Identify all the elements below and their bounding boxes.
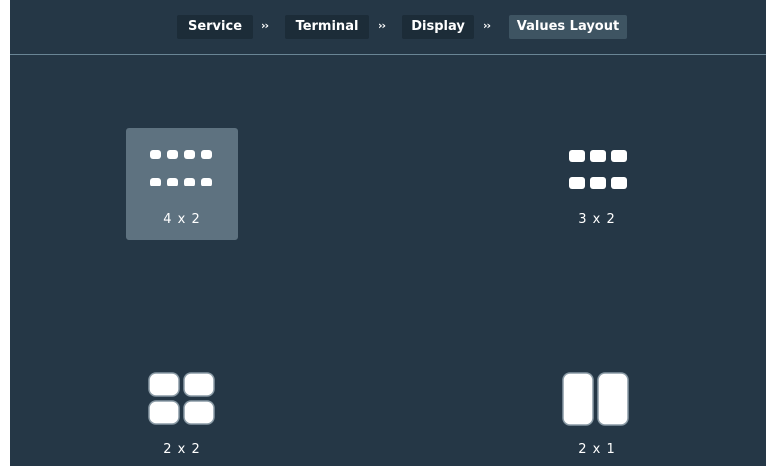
layout-option-2x1[interactable]: 2 x 1	[541, 350, 653, 462]
breadcrumb-values-layout: Values Layout	[509, 15, 627, 39]
breadcrumb-separator: ››	[261, 19, 269, 32]
breadcrumb: Service ›› Terminal ›› Display ›› Values…	[10, 0, 766, 55]
layout-label: 4 x 2	[163, 212, 201, 227]
layout-label: 2 x 2	[163, 442, 201, 457]
layout-option-2x2[interactable]: 2 x 2	[126, 350, 238, 462]
breadcrumb-display[interactable]: Display	[402, 15, 474, 39]
breadcrumb-separator: ››	[378, 19, 386, 32]
grid-2x2-icon	[148, 372, 218, 426]
layout-option-4x2[interactable]: 4 x 2	[126, 128, 238, 240]
layout-label: 2 x 1	[578, 442, 616, 457]
breadcrumb-service[interactable]: Service	[177, 15, 253, 39]
layout-option-3x2[interactable]: 3 x 2	[541, 128, 653, 240]
breadcrumb-separator: ››	[483, 19, 491, 32]
grid-4x2-icon	[150, 150, 214, 186]
layout-label: 3 x 2	[578, 212, 616, 227]
grid-2x1-icon	[562, 372, 632, 428]
values-layout-screen: Service ›› Terminal ›› Display ›› Values…	[10, 0, 766, 466]
breadcrumb-terminal[interactable]: Terminal	[285, 15, 369, 39]
grid-3x2-icon	[569, 150, 629, 190]
